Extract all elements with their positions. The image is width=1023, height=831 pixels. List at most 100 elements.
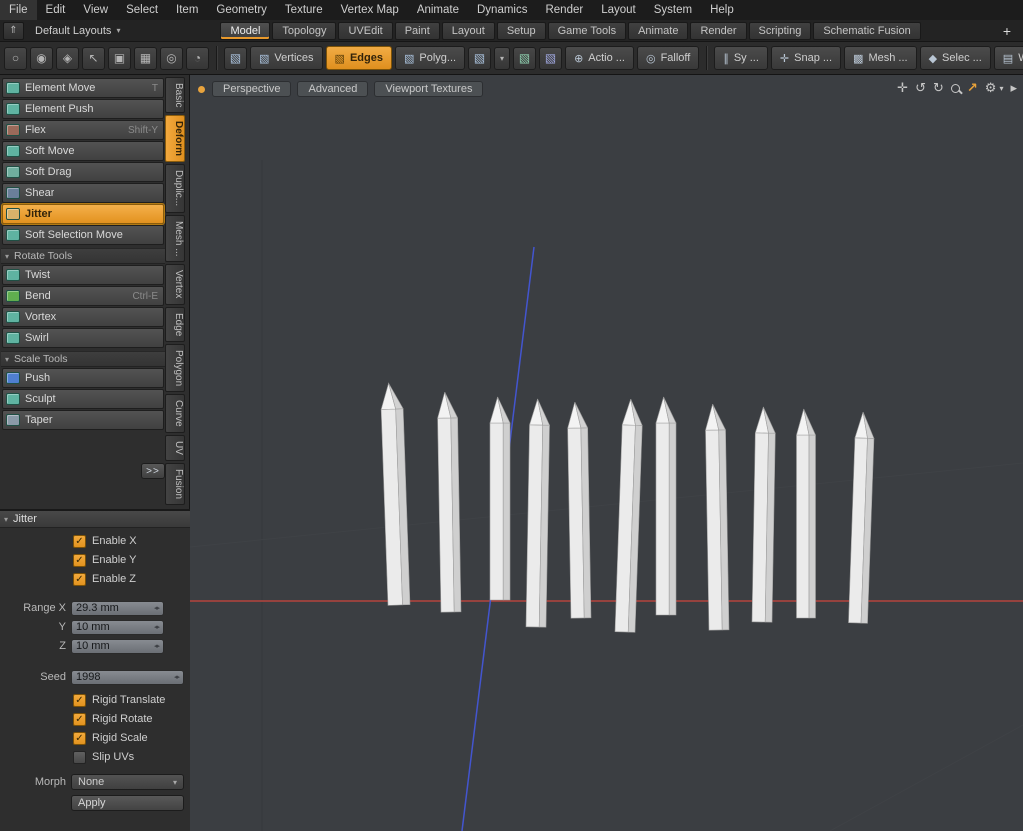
mode-button-vertices[interactable]: ▧Vertices xyxy=(250,46,323,70)
fence-picket[interactable] xyxy=(705,404,729,630)
fence-picket[interactable] xyxy=(380,383,410,606)
tool-jitter[interactable]: Jitter xyxy=(2,204,164,224)
tool-flex[interactable]: FlexShift-Y xyxy=(2,120,164,140)
menu-item-texture[interactable]: Texture xyxy=(276,0,332,20)
fence-picket[interactable] xyxy=(656,397,676,615)
menu-item-render[interactable]: Render xyxy=(536,0,592,20)
duplicate-icon[interactable]: ▣ xyxy=(108,47,131,70)
panel-tab-edge[interactable]: Edge xyxy=(165,307,185,342)
action-center-button[interactable]: ⊕Actio ... xyxy=(565,46,634,70)
panel-tab-deform[interactable]: Deform xyxy=(165,115,185,162)
layout-tab-scripting[interactable]: Scripting xyxy=(749,22,812,40)
spinner-icon[interactable]: ◂▸ xyxy=(154,604,159,612)
menu-item-animate[interactable]: Animate xyxy=(408,0,468,20)
layout-tab-setup[interactable]: Setup xyxy=(497,22,546,40)
tool-twist[interactable]: Twist xyxy=(2,265,164,285)
menu-item-edit[interactable]: Edit xyxy=(37,0,75,20)
tool-group-header-scale-tools[interactable]: ▾Scale Tools xyxy=(1,351,165,367)
item-mode-cube-icon[interactable]: ▧ xyxy=(539,47,562,70)
spinner-icon[interactable]: ◂▸ xyxy=(174,673,179,681)
menu-item-help[interactable]: Help xyxy=(701,0,743,20)
panel-tab-basic[interactable]: Basic xyxy=(165,77,185,113)
scene-canvas[interactable] xyxy=(190,75,1023,831)
checkbox-slip-uvs[interactable] xyxy=(73,751,86,764)
fit-view-icon[interactable]: ↗ xyxy=(967,80,978,96)
layout-tab-uvedit[interactable]: UVEdit xyxy=(338,22,392,40)
fence-picket[interactable] xyxy=(567,402,591,618)
timer-icon[interactable]: ◔ xyxy=(186,47,209,70)
expand-viewport-icon[interactable]: ▸ xyxy=(1010,80,1017,96)
material-select-cube-icon[interactable]: ▧ xyxy=(513,47,536,70)
selection-sets-button[interactable]: ◆Selec ... xyxy=(920,46,991,70)
field-input-range-x[interactable]: 29.3 mm◂▸ xyxy=(71,601,164,616)
sphere-icon[interactable]: ◉ xyxy=(30,47,53,70)
zoom-icon[interactable] xyxy=(951,84,960,93)
mode-dropdown-button[interactable]: ▾ xyxy=(494,47,510,70)
menu-item-view[interactable]: View xyxy=(74,0,117,20)
tool-swirl[interactable]: Swirl xyxy=(2,328,164,348)
field-input-z[interactable]: 10 mm◂▸ xyxy=(71,639,164,654)
expand-panel-button[interactable]: >> xyxy=(141,463,165,479)
viewport-button-perspective[interactable]: Perspective xyxy=(212,81,291,97)
menu-item-dynamics[interactable]: Dynamics xyxy=(468,0,536,20)
snapping-button[interactable]: ✛Snap ... xyxy=(771,46,841,70)
tool-soft-drag[interactable]: Soft Drag xyxy=(2,162,164,182)
grid-icon[interactable]: ▦ xyxy=(134,47,157,70)
pan-icon[interactable]: ✛ xyxy=(897,80,908,96)
gear-caret-icon[interactable]: ▾ xyxy=(999,84,1003,93)
menu-item-file[interactable]: File xyxy=(0,0,37,20)
menu-item-geometry[interactable]: Geometry xyxy=(207,0,276,20)
checkbox-rigid-scale[interactable]: ✓ xyxy=(73,732,86,745)
tool-element-move[interactable]: Element MoveT xyxy=(2,78,164,98)
mode-button-edges[interactable]: ▧Edges xyxy=(326,46,392,70)
checkbox-enable-y[interactable]: ✓ xyxy=(73,554,86,567)
fence-picket[interactable] xyxy=(437,392,461,612)
tool-sculpt[interactable]: Sculpt xyxy=(2,389,164,409)
menu-item-select[interactable]: Select xyxy=(117,0,167,20)
panel-tab-curve[interactable]: Curve xyxy=(165,394,185,433)
menu-item-system[interactable]: System xyxy=(645,0,701,20)
symmetry-button[interactable]: ∥Sy ... xyxy=(714,46,768,70)
layout-tab-paint[interactable]: Paint xyxy=(395,22,440,40)
layout-tab-schematic-fusion[interactable]: Schematic Fusion xyxy=(813,22,920,40)
apply-button[interactable]: Apply xyxy=(71,795,184,811)
menu-item-layout[interactable]: Layout xyxy=(592,0,645,20)
add-layout-button[interactable]: + xyxy=(998,23,1016,39)
layout-tab-topology[interactable]: Topology xyxy=(272,22,336,40)
layout-tab-animate[interactable]: Animate xyxy=(628,22,688,40)
mode-button-polyg[interactable]: ▧Polyg... xyxy=(395,46,465,70)
target-icon[interactable]: ◎ xyxy=(160,47,183,70)
checkbox-rigid-rotate[interactable]: ✓ xyxy=(73,713,86,726)
work-plane-button[interactable]: ▤Wor ... xyxy=(994,46,1023,70)
cursor-arrows-icon[interactable]: ↖ xyxy=(82,47,105,70)
layout-stack-icon[interactable]: ⇑ xyxy=(3,22,24,40)
tool-soft-move[interactable]: Soft Move xyxy=(2,141,164,161)
checkbox-rigid-translate[interactable]: ✓ xyxy=(73,694,86,707)
pivot-icon[interactable]: ○ xyxy=(4,47,27,70)
checkbox-enable-x[interactable]: ✓ xyxy=(73,535,86,548)
fence-picket[interactable] xyxy=(849,412,875,624)
mesh-constraints-button[interactable]: ▩Mesh ... xyxy=(844,46,917,70)
gear-icon[interactable]: ⚙ xyxy=(985,80,997,96)
tool-soft-selection-move[interactable]: Soft Selection Move xyxy=(2,225,164,245)
fence-picket[interactable] xyxy=(615,399,643,633)
spinner-icon[interactable]: ◂▸ xyxy=(154,623,159,631)
panel-tab-duplic[interactable]: Duplic... xyxy=(165,164,185,212)
tool-shear[interactable]: Shear xyxy=(2,183,164,203)
menu-item-item[interactable]: Item xyxy=(167,0,207,20)
tool-taper[interactable]: Taper xyxy=(2,410,164,430)
layout-tab-layout[interactable]: Layout xyxy=(442,22,495,40)
layout-tab-model[interactable]: Model xyxy=(220,22,270,40)
viewport-3d[interactable]: PerspectiveAdvancedViewport Textures ✛↺↻… xyxy=(190,75,1023,831)
auto-select-cube-icon[interactable]: ▧ xyxy=(224,47,247,70)
falloff-button[interactable]: ◎Falloff xyxy=(637,46,699,70)
fence-picket[interactable] xyxy=(797,409,816,618)
tool-element-push[interactable]: Element Push xyxy=(2,99,164,119)
viewport-button-advanced[interactable]: Advanced xyxy=(297,81,368,97)
roll-icon[interactable]: ↻ xyxy=(933,80,944,96)
tool-push[interactable]: Push xyxy=(2,368,164,388)
fence-picket[interactable] xyxy=(752,407,776,622)
orbit-icon[interactable]: ↺ xyxy=(915,80,926,96)
default-layouts-dropdown[interactable]: Default Layouts ▾ xyxy=(27,25,128,37)
layout-tab-game-tools[interactable]: Game Tools xyxy=(548,22,627,40)
